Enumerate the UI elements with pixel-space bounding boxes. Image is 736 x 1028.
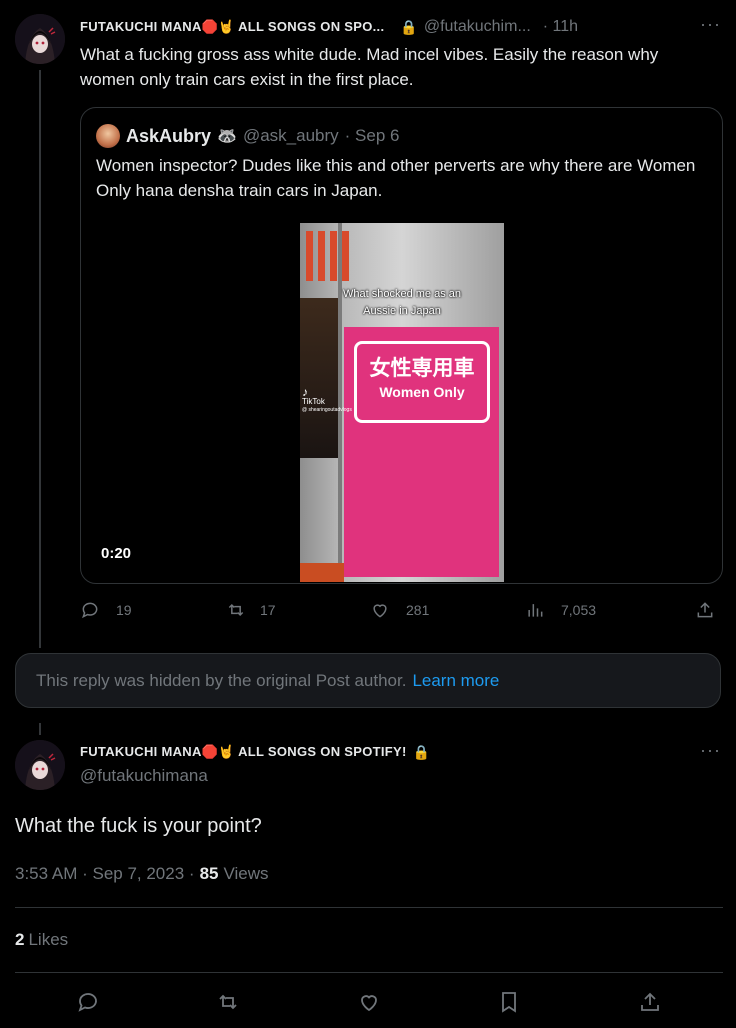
quote-header: AskAubry 🦝 @ask_aubry · Sep 6 (126, 124, 399, 148)
quote-tweet[interactable]: AskAubry 🦝 @ask_aubry · Sep 6 Women insp… (80, 107, 723, 584)
thread-line (39, 70, 41, 648)
author-handle[interactable]: @futakuchim... (424, 18, 531, 36)
hidden-reply-notice: This reply was hidden by the original Po… (15, 653, 721, 708)
learn-more-link[interactable]: Learn more (412, 671, 499, 691)
quote-handle[interactable]: @ask_aubry (243, 126, 339, 146)
main-tweet-meta: 3:53 AM · Sep 7, 2023 · 85 Views (15, 864, 269, 884)
video-duration: 0:20 (101, 545, 132, 562)
quote-author-name[interactable]: AskAubry (126, 126, 211, 147)
reply-button[interactable]: 19 (80, 600, 132, 620)
tweet-header: FUTAKUCHI MANA🛑🤘 ALL SONGS ON SPO... 🔒 @… (80, 15, 710, 39)
share-button[interactable] (695, 600, 715, 620)
views-button[interactable]: 7,053 (525, 600, 596, 620)
hidden-reply-text: This reply was hidden by the original Po… (36, 670, 407, 690)
video-player[interactable]: What shocked me as an Aussie in Japan 女性… (300, 223, 504, 582)
main-author-handle[interactable]: @futakuchimana (80, 766, 208, 786)
main-like-button[interactable] (357, 990, 381, 1014)
reply-count: 19 (116, 602, 132, 618)
like-button[interactable]: 281 (370, 600, 429, 620)
main-reply-button[interactable] (76, 990, 100, 1014)
main-more-options-icon[interactable]: ··· (700, 740, 721, 761)
reply-icon (78, 993, 97, 1012)
views-icon (528, 604, 543, 617)
retweet-button[interactable]: 17 (226, 600, 276, 620)
views-label: Views (223, 864, 269, 883)
train-window-stripes (300, 231, 504, 289)
tiktok-watermark: ♪ TikTok @ shearingoutadvlogs (302, 385, 352, 413)
lock-icon: 🔒 (400, 18, 418, 35)
main-lock-icon: 🔒 (412, 743, 431, 760)
divider-2 (15, 972, 723, 973)
quote-date[interactable]: · Sep 6 (345, 126, 400, 146)
timestamp[interactable]: 3:53 AM · Sep 7, 2023 · (15, 864, 195, 884)
divider (15, 907, 723, 908)
more-options-icon[interactable]: ··· (700, 14, 721, 35)
views-count: 7,053 (561, 602, 597, 618)
main-tweet-header: FUTAKUCHI MANA🛑🤘 ALL SONGS ON SPOTIFY! 🔒 (80, 740, 430, 764)
retweet-count: 17 (260, 602, 276, 618)
views-count-main: 85 (199, 864, 219, 883)
quote-text: Women inspector? Dudes like this and oth… (96, 156, 696, 200)
share-icon (697, 602, 713, 618)
retweet-icon (219, 994, 237, 1010)
main-share-button[interactable] (638, 990, 662, 1014)
raccoon-badge-icon: 🦝 (217, 128, 237, 145)
video-caption: What shocked me as an Aussie in Japan (342, 288, 461, 317)
quote-avatar[interactable] (96, 124, 120, 148)
train-interior (300, 298, 340, 458)
train-bottom-stripe (300, 563, 344, 582)
heart-icon (373, 604, 387, 618)
retweet-icon (228, 603, 244, 617)
thread-line-short (39, 723, 41, 735)
main-author-name[interactable]: FUTAKUCHI MANA🛑🤘 ALL SONGS ON SPOTIFY! (80, 744, 407, 760)
main-avatar[interactable] (15, 740, 65, 790)
sign-label: 女性専用車 Women Only (354, 341, 490, 423)
likes-count: 2 (15, 930, 25, 949)
share-icon (641, 992, 659, 1011)
heart-icon (361, 995, 377, 1012)
avatar[interactable] (15, 14, 65, 64)
likes-label: Likes (28, 930, 69, 949)
tweet-time[interactable]: · 11h (543, 18, 578, 36)
main-retweet-button[interactable] (216, 990, 240, 1014)
main-bookmark-button[interactable] (497, 990, 521, 1014)
like-count: 281 (406, 602, 430, 618)
women-only-sign: 女性専用車 Women Only (344, 327, 499, 577)
main-tweet-text: What the fuck is your point? (15, 815, 262, 837)
tweet-text: What a fucking gross ass white dude. Mad… (80, 45, 659, 89)
likes-summary[interactable]: 2 Likes (15, 930, 68, 950)
reply-icon (82, 602, 98, 619)
bookmark-icon (502, 992, 516, 1013)
author-name[interactable]: FUTAKUCHI MANA🛑🤘 ALL SONGS ON SPO... (80, 19, 384, 35)
